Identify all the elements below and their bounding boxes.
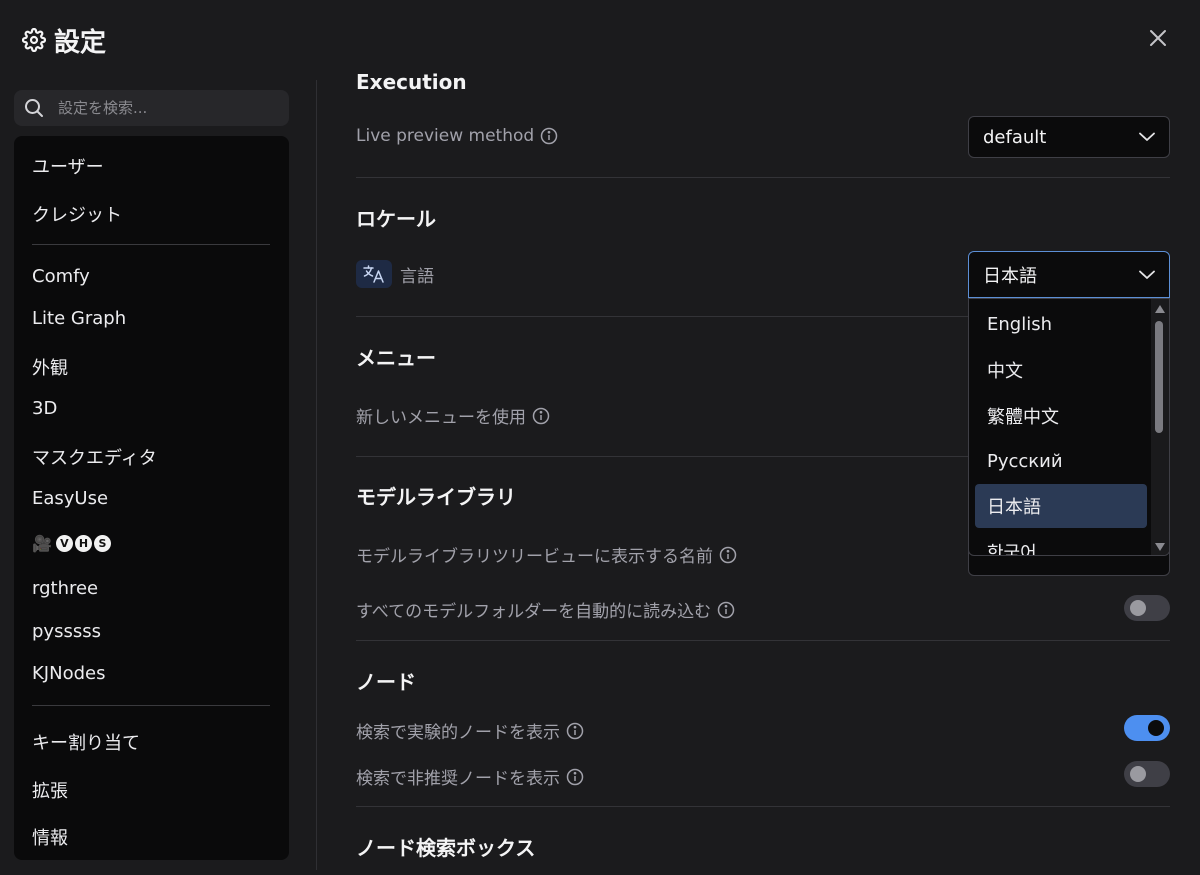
section-title-menu: メニュー — [356, 346, 436, 370]
vhs-badge-s: S — [93, 535, 111, 552]
nav-divider — [32, 705, 270, 706]
setting-label-new-menu: 新しいメニューを使用 — [356, 403, 550, 428]
setting-label-deprecated: 検索で非推奨ノードを表示 — [356, 764, 584, 789]
search-input[interactable] — [58, 99, 258, 117]
new-menu-label: 新しいメニューを使用 — [356, 408, 526, 428]
sidebar-item-rgthree[interactable]: rgthree — [32, 578, 98, 599]
setting-label-language: 言語 — [356, 260, 434, 288]
sidebar-item-pysssss[interactable]: pysssss — [32, 621, 101, 642]
sidebar-item-vhs[interactable]: 🎥 V H S — [32, 534, 111, 553]
language-select[interactable]: 日本語 — [968, 251, 1170, 298]
camera-icon: 🎥 — [32, 534, 52, 553]
toggle-knob — [1148, 720, 1164, 736]
chevron-down-icon — [1139, 270, 1155, 279]
sidebar-item-keybindings[interactable]: キー割り当て — [32, 729, 140, 755]
language-dropdown[interactable]: English 中文 繁體中文 Русский 日本語 한국어 — [968, 298, 1170, 556]
setting-label-live-preview: Live preview method — [356, 126, 558, 146]
select-value: 日本語 — [983, 265, 1037, 287]
language-option[interactable]: 繁體中文 — [975, 394, 1147, 438]
info-icon[interactable] — [717, 601, 735, 619]
search-icon — [25, 99, 43, 117]
info-icon[interactable] — [719, 546, 737, 564]
sidebar-item-user[interactable]: ユーザー — [32, 153, 104, 179]
toggle-knob — [1130, 600, 1146, 616]
vhs-badge-h: H — [74, 535, 92, 552]
scroll-down-icon[interactable] — [1154, 542, 1166, 552]
settings-search[interactable] — [14, 90, 289, 126]
live-preview-select[interactable]: default — [968, 116, 1170, 158]
dropdown-scrollbar[interactable] — [1151, 299, 1169, 555]
language-option[interactable]: Русский — [975, 439, 1147, 483]
sidebar-item-kjnodes[interactable]: KJNodes — [32, 663, 105, 684]
translate-icon — [356, 260, 392, 288]
sidebar-item-easyuse[interactable]: EasyUse — [32, 488, 108, 509]
settings-nav: ユーザー クレジット Comfy Lite Graph 外観 3D マスクエディ… — [14, 136, 289, 860]
sidebar-item-lite-graph[interactable]: Lite Graph — [32, 308, 126, 329]
section-title-node-search-box: ノード検索ボックス — [356, 836, 536, 860]
sidebar-item-3d[interactable]: 3D — [32, 398, 57, 419]
info-icon[interactable] — [532, 407, 550, 425]
scrollbar-thumb[interactable] — [1155, 321, 1163, 433]
section-divider — [356, 806, 1170, 807]
vhs-badge-v: V — [55, 535, 73, 552]
section-title-node: ノード — [356, 670, 416, 694]
info-icon[interactable] — [566, 722, 584, 740]
sidebar-item-extensions[interactable]: 拡張 — [32, 777, 68, 803]
scroll-up-icon[interactable] — [1154, 304, 1166, 314]
language-option-selected[interactable]: 日本語 — [975, 484, 1147, 528]
panel-divider — [316, 80, 317, 870]
toggle-knob — [1130, 766, 1146, 782]
section-title-model-library: モデルライブラリ — [356, 485, 516, 509]
section-divider — [356, 177, 1170, 178]
sidebar-item-comfy[interactable]: Comfy — [32, 266, 90, 287]
sidebar-item-appearance[interactable]: 外観 — [32, 354, 68, 380]
setting-label-tree-name: モデルライブラリツリービューに表示する名前 — [356, 542, 737, 567]
info-icon[interactable] — [540, 127, 558, 145]
chevron-down-icon — [1139, 132, 1155, 141]
language-option[interactable]: 한국어 — [975, 530, 1147, 555]
settings-header: 設定 — [22, 22, 106, 58]
experimental-label: 検索で実験的ノードを表示 — [356, 723, 560, 743]
language-option[interactable]: 中文 — [975, 348, 1147, 392]
section-title-execution: Execution — [356, 70, 467, 94]
gear-icon — [22, 28, 46, 52]
sidebar-item-credits[interactable]: クレジット — [32, 201, 122, 227]
tree-name-label: モデルライブラリツリービューに表示する名前 — [356, 547, 713, 567]
setting-label-experimental: 検索で実験的ノードを表示 — [356, 718, 584, 743]
experimental-toggle[interactable] — [1124, 715, 1170, 741]
section-title-locale: ロケール — [356, 207, 436, 231]
sidebar-item-about[interactable]: 情報 — [32, 824, 68, 850]
sidebar-item-mask-editor[interactable]: マスクエディタ — [32, 444, 157, 470]
page-title: 設定 — [54, 27, 107, 58]
auto-load-toggle[interactable] — [1124, 595, 1170, 621]
deprecated-label: 検索で非推奨ノードを表示 — [356, 769, 560, 789]
deprecated-toggle[interactable] — [1124, 761, 1170, 787]
setting-label-auto-load: すべてのモデルフォルダーを自動的に読み込む — [356, 597, 735, 622]
select-value: default — [983, 126, 1047, 148]
nav-divider — [32, 244, 270, 245]
language-option[interactable]: English — [975, 302, 1147, 346]
auto-load-label: すべてのモデルフォルダーを自動的に読み込む — [356, 602, 712, 622]
live-preview-label: Live preview method — [356, 126, 535, 146]
info-icon[interactable] — [566, 768, 584, 786]
section-divider — [356, 640, 1170, 641]
language-label: 言語 — [400, 266, 434, 287]
